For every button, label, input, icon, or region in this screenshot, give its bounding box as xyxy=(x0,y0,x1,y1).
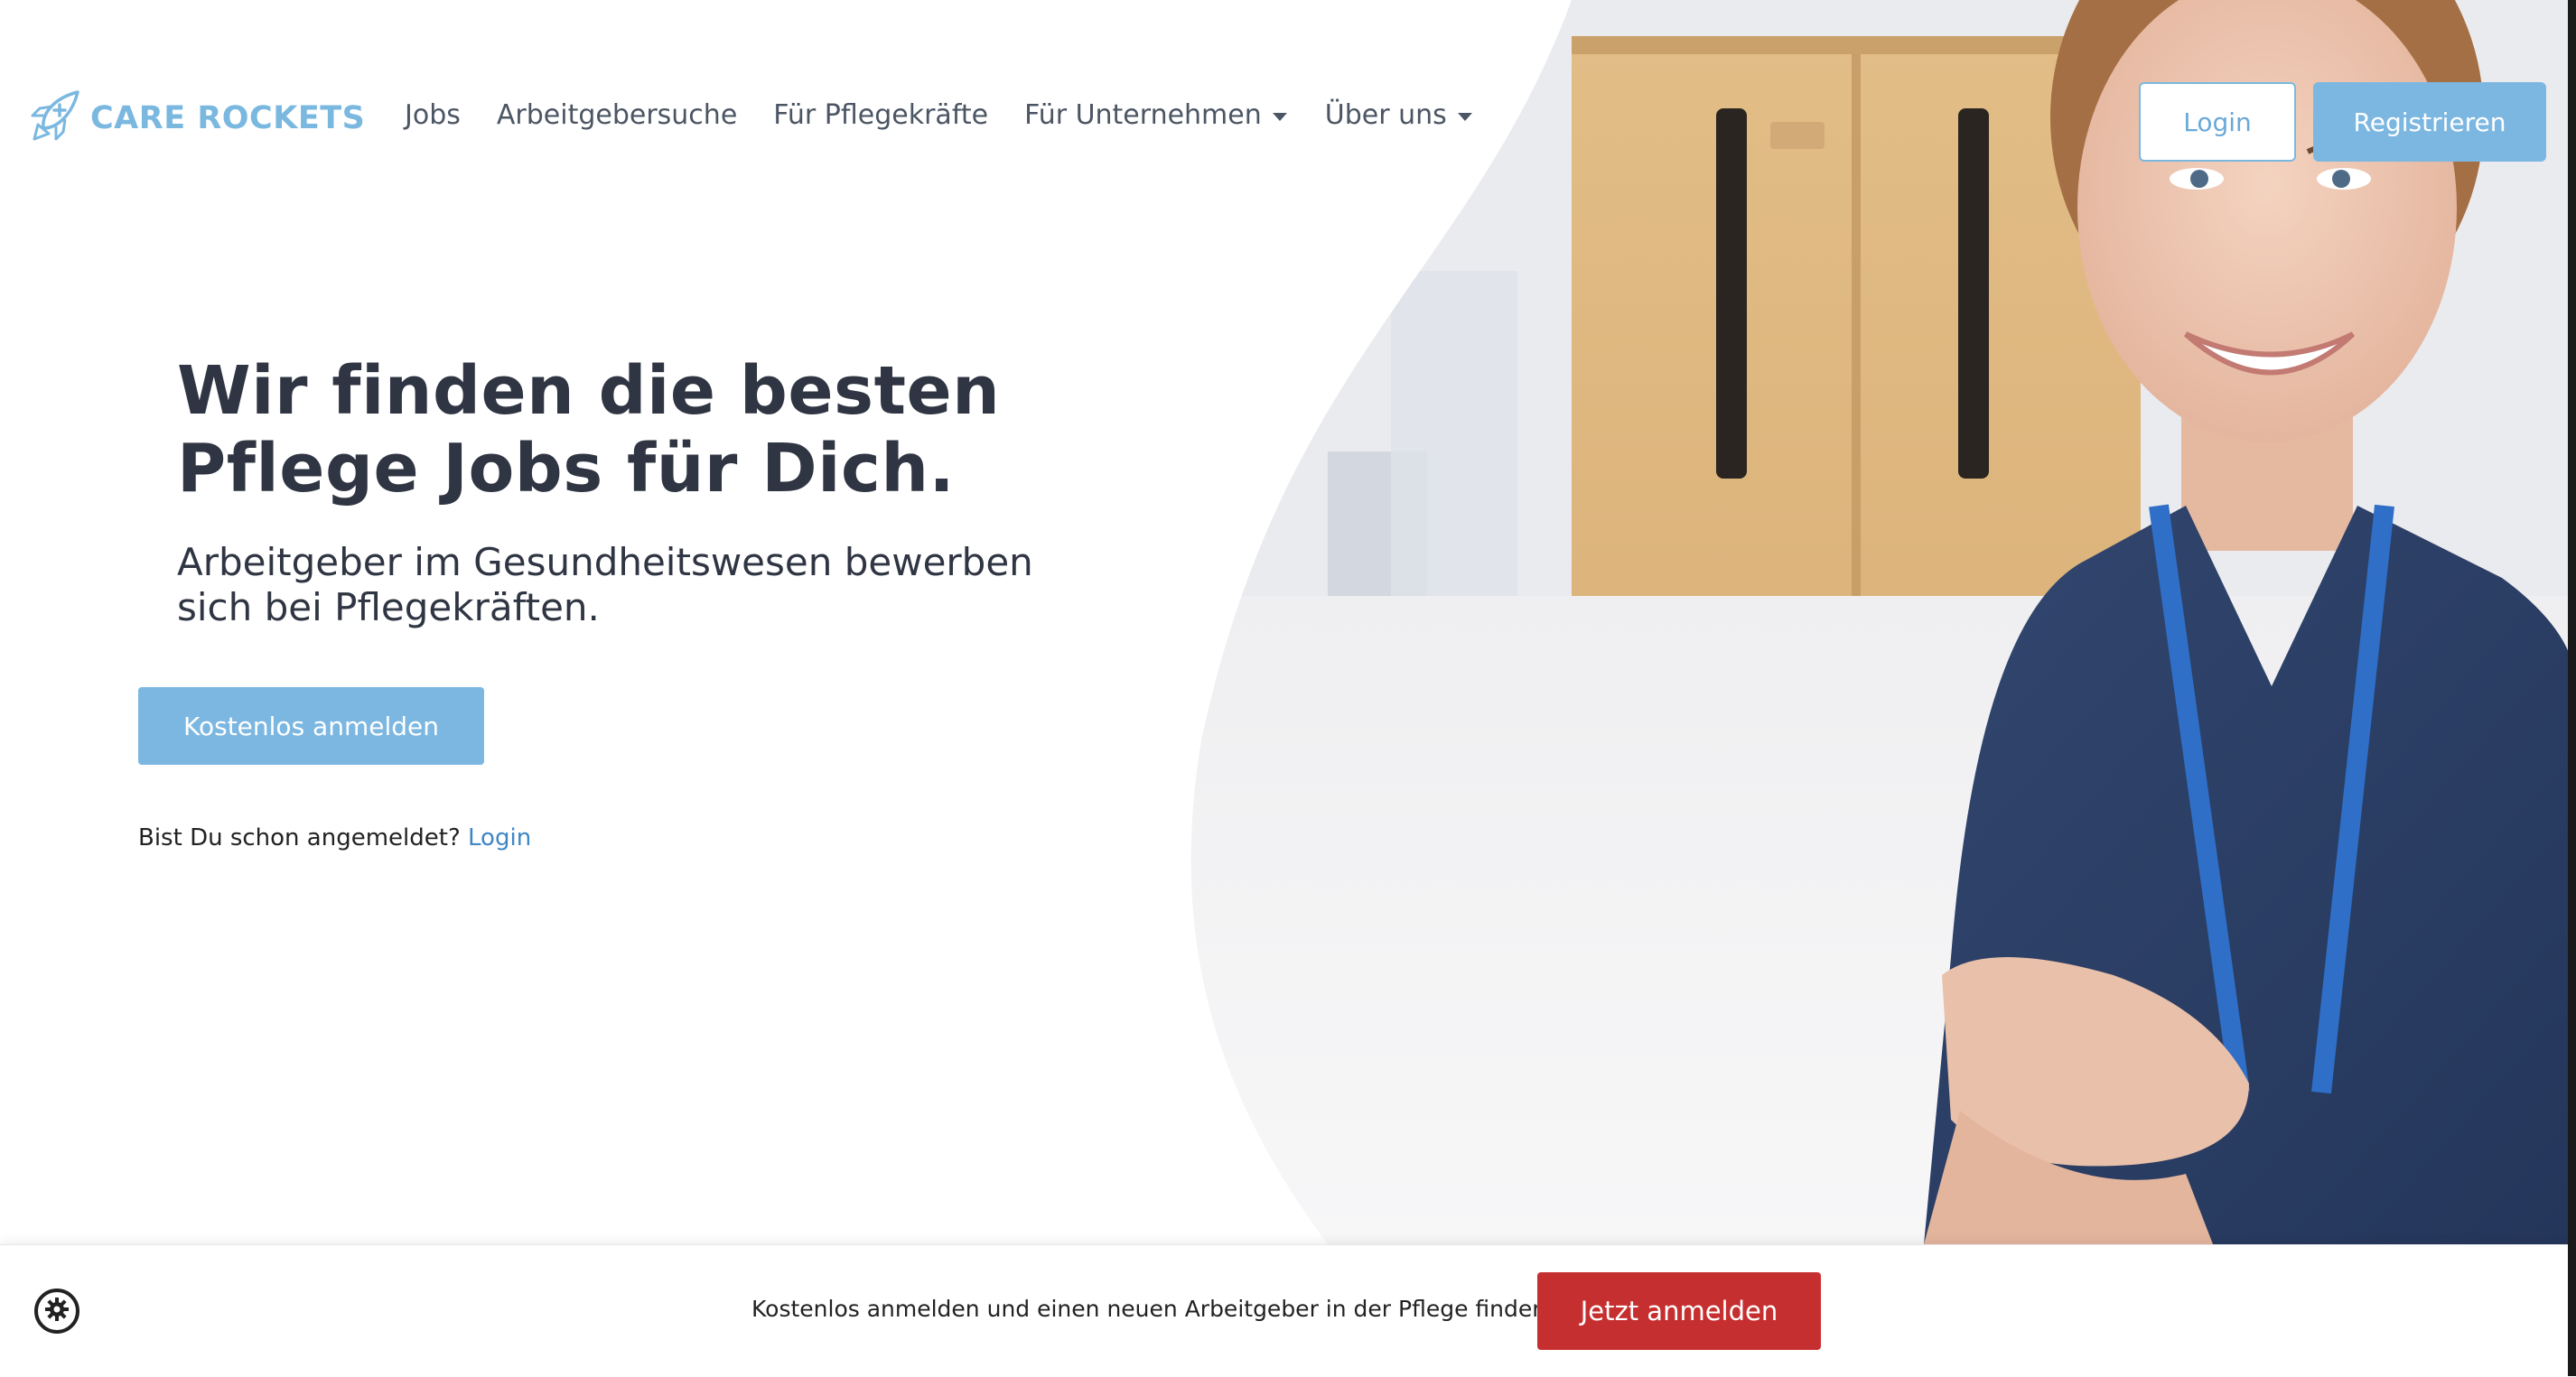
nav-item-label: Arbeitgebersuche xyxy=(496,99,738,131)
nav-item-jobs[interactable]: Jobs xyxy=(405,99,461,131)
hero-subline-line-1: Arbeitgeber im Gesundheitswesen bewerben xyxy=(177,540,1033,584)
window-edge xyxy=(2568,0,2576,1376)
caret-down-icon xyxy=(1457,113,1472,121)
register-button[interactable]: Registrieren xyxy=(2313,82,2546,162)
nav-item-label: Jobs xyxy=(405,99,461,131)
nav-item-label: Über uns xyxy=(1324,99,1447,131)
hero-headline-line-1: Wir finden die besten xyxy=(177,352,1001,430)
gear-icon xyxy=(43,1296,70,1326)
nav-item-fuer-pflegekraefte[interactable]: Für Pflegekräfte xyxy=(773,99,988,131)
signup-now-button[interactable]: Jetzt anmelden xyxy=(1537,1272,1821,1350)
hero-subline-line-2: sich bei Pflegekräften. xyxy=(177,585,600,629)
cookie-settings-button[interactable] xyxy=(34,1289,79,1334)
brand-logo[interactable]: CARE ROCKETS xyxy=(25,88,365,148)
brand-name: CARE ROCKETS xyxy=(90,100,366,136)
nav-item-fuer-unternehmen[interactable]: Für Unternehmen xyxy=(1024,99,1287,131)
bottom-bar-text: Kostenlos anmelden und einen neuen Arbei… xyxy=(751,1296,1554,1322)
nav-item-arbeitgebersuche[interactable]: Arbeitgebersuche xyxy=(497,99,737,131)
hero-wave xyxy=(1174,0,1572,1244)
login-button[interactable]: Login xyxy=(2139,82,2296,162)
hero-subline: Arbeitgeber im Gesundheitswesen bewerben… xyxy=(177,540,1080,630)
main-nav: Jobs Arbeitgebersuche Für Pflegekräfte F… xyxy=(405,99,1508,131)
bottom-signup-bar: Kostenlos anmelden und einen neuen Arbei… xyxy=(0,1244,2568,1377)
hero-headline-line-2: Pflege Jobs für Dich. xyxy=(177,430,956,507)
nav-item-ueber-uns[interactable]: Über uns xyxy=(1325,99,1472,131)
nav-item-label: Für Pflegekräfte xyxy=(773,99,989,131)
already-registered-label: Bist Du schon angemeldet? xyxy=(138,824,461,851)
nav-item-label: Für Unternehmen xyxy=(1024,99,1262,131)
caret-down-icon xyxy=(1272,113,1287,121)
rocket-icon xyxy=(25,88,81,148)
signup-free-button[interactable]: Kostenlos anmelden xyxy=(138,687,484,765)
hero-headline: Wir finden die besten Pflege Jobs für Di… xyxy=(177,352,1000,507)
login-link[interactable]: Login xyxy=(468,824,531,851)
already-registered-text: Bist Du schon angemeldet? Login xyxy=(138,824,531,851)
